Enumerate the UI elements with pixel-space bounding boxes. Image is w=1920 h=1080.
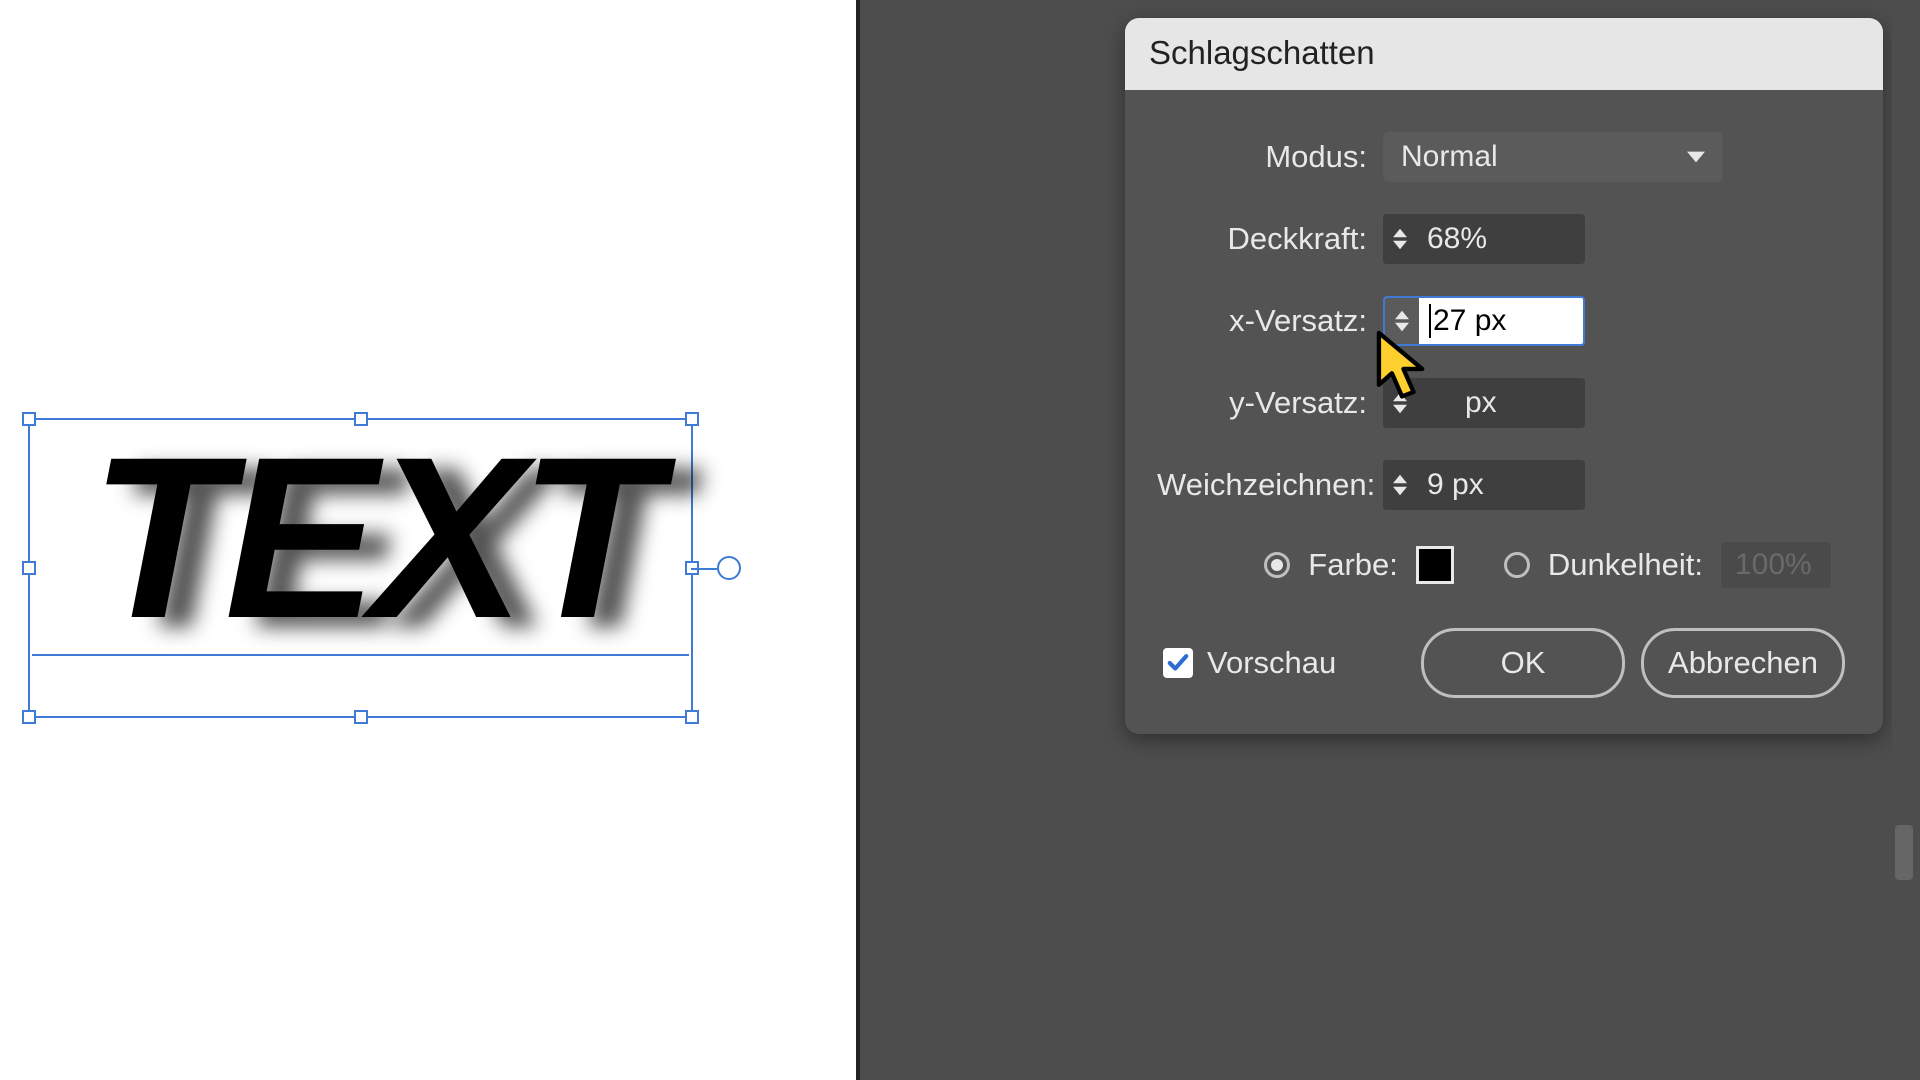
blur-input[interactable]: 9 px [1383,460,1585,510]
x-offset-input[interactable]: 27 px [1383,296,1585,346]
chevron-up-icon [1393,474,1407,484]
resize-handle-nw[interactable] [22,412,36,426]
blur-row: Weichzeichnen: 9 px [1157,460,1851,510]
mode-value: Normal [1401,140,1498,174]
resize-handle-sw[interactable] [22,710,36,724]
resize-handle-w[interactable] [22,561,36,575]
x-offset-value[interactable]: 27 px [1419,298,1583,344]
y-offset-input[interactable]: px [1383,378,1585,428]
rotate-handle[interactable] [717,556,741,580]
x-offset-label: x-Versatz: [1157,303,1367,339]
mode-select[interactable]: Normal [1383,132,1723,182]
button-row: OK Abbrechen [1421,628,1845,698]
resize-handle-s[interactable] [354,710,368,724]
cancel-button[interactable]: Abbrechen [1641,628,1845,698]
opacity-row: Deckkraft: 68% [1157,214,1851,264]
chevron-up-icon [1393,392,1407,402]
color-radio[interactable] [1264,552,1290,578]
selection-bounding-box[interactable]: TEXT TEXT [28,418,693,718]
mode-row: Modus: Normal [1157,132,1851,182]
panel-area: Schlagschatten Modus: Normal Deckkraft: [860,0,1920,1080]
scrollbar[interactable] [1892,0,1916,1080]
resize-handle-ne[interactable] [685,412,699,426]
darkness-radio[interactable] [1504,552,1530,578]
darkness-label: Dunkelheit: [1548,547,1703,583]
resize-handle-n[interactable] [354,412,368,426]
color-label: Farbe: [1308,547,1398,583]
y-offset-label: y-Versatz: [1157,385,1367,421]
chevron-up-icon [1395,310,1409,320]
opacity-input[interactable]: 68% [1383,214,1585,264]
scrollbar-thumb[interactable] [1895,825,1913,880]
chevron-down-icon [1393,240,1407,250]
x-offset-row: x-Versatz: 27 px [1157,296,1851,346]
y-offset-stepper[interactable] [1383,378,1417,428]
blur-label: Weichzeichnen: [1157,467,1367,503]
chevron-down-icon [1687,148,1705,166]
y-offset-row: y-Versatz: px [1157,378,1851,428]
color-darkness-row: Farbe: Dunkelheit: 100% [1157,542,1831,588]
ok-button[interactable]: OK [1421,628,1625,698]
chevron-up-icon [1393,228,1407,238]
blur-value[interactable]: 9 px [1417,460,1585,510]
drop-shadow-dialog: Schlagschatten Modus: Normal Deckkraft: [1125,18,1883,734]
x-offset-stepper[interactable] [1385,298,1419,344]
opacity-stepper[interactable] [1383,214,1417,264]
preview-checkbox[interactable]: Vorschau [1163,645,1336,681]
canvas-area[interactable]: TEXT TEXT [0,0,860,1080]
dialog-title: Schlagschatten [1125,18,1883,90]
opacity-value[interactable]: 68% [1417,214,1585,264]
dialog-footer: Vorschau OK Abbrechen [1157,628,1851,698]
dialog-body: Modus: Normal Deckkraft: 68% [1125,90,1883,734]
y-offset-value[interactable]: px [1417,378,1585,428]
text-caret [1429,304,1431,338]
checkbox-icon [1163,648,1193,678]
blur-stepper[interactable] [1383,460,1417,510]
text-baseline-indicator [32,654,689,656]
color-swatch[interactable] [1416,546,1454,584]
resize-handle-se[interactable] [685,710,699,724]
chevron-down-icon [1393,404,1407,414]
opacity-label: Deckkraft: [1157,221,1367,257]
mode-label: Modus: [1157,139,1367,175]
chevron-down-icon [1395,322,1409,332]
darkness-value: 100% [1721,542,1831,588]
preview-label: Vorschau [1207,645,1336,681]
text-object[interactable]: TEXT [90,405,654,670]
chevron-down-icon [1393,486,1407,496]
